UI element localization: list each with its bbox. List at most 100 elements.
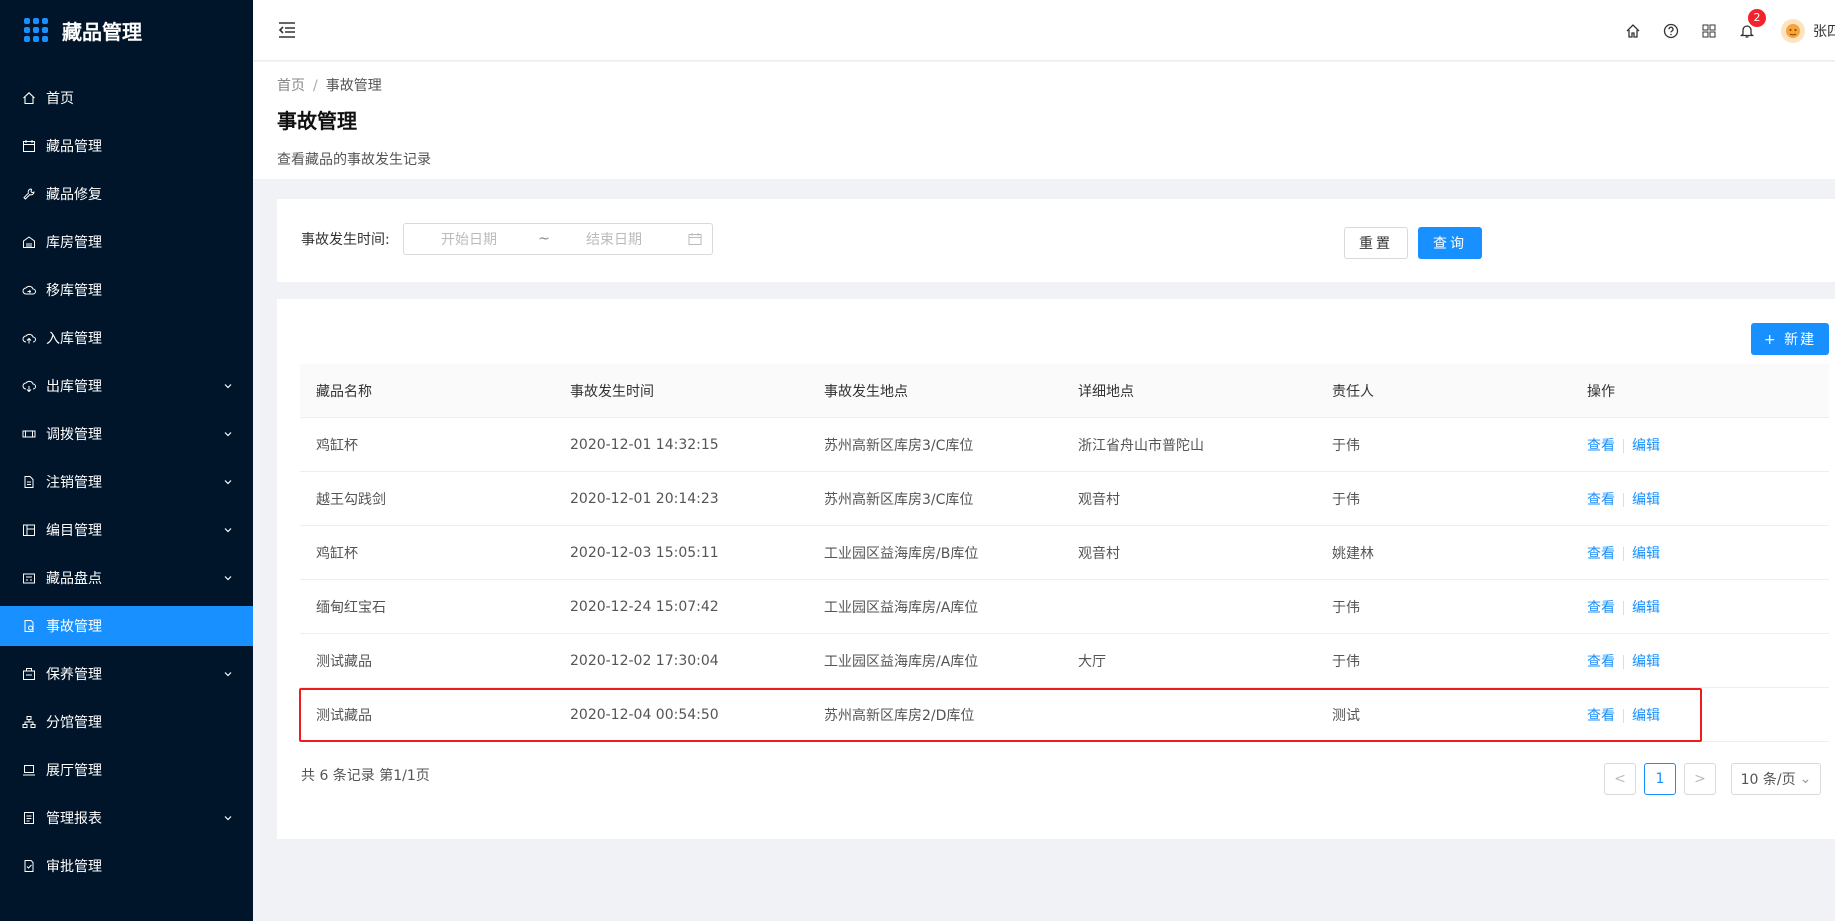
cell-actions: 查看 编辑 bbox=[1571, 597, 1829, 617]
cell-detail: 浙江省舟山市普陀山 bbox=[1078, 437, 1204, 454]
query-button[interactable]: 查询 bbox=[1418, 227, 1482, 259]
branch-icon bbox=[22, 715, 36, 729]
table-row: 测试藏品 2020-12-02 17:30:04 工业园区益海库房/A库位 大厅 于伟 查… bbox=[300, 634, 1829, 688]
sidebar-item[interactable]: 库房管理 bbox=[0, 222, 253, 262]
sidebar-item[interactable]: 事故管理 bbox=[0, 606, 253, 646]
cell-time: 2020-12-03 15:05:11 bbox=[570, 544, 719, 561]
sidebar-item[interactable]: 审批管理 bbox=[0, 846, 253, 886]
report-icon bbox=[22, 811, 36, 825]
chevron-down-icon bbox=[224, 672, 232, 677]
sidebar-item[interactable]: 首页 bbox=[0, 78, 253, 118]
breadcrumb-home[interactable]: 首页 bbox=[277, 78, 305, 94]
notification-badge: 2 bbox=[1748, 8, 1766, 27]
edit-link[interactable]: 编辑 bbox=[1632, 492, 1660, 508]
start-date-input[interactable]: 开始日期 bbox=[404, 229, 534, 249]
sidebar-item-label: 保养管理 bbox=[46, 667, 102, 683]
view-link[interactable]: 查看 bbox=[1587, 708, 1615, 724]
file-icon bbox=[22, 475, 36, 489]
divider bbox=[1623, 438, 1624, 453]
help-icon[interactable] bbox=[1663, 23, 1679, 39]
cell-person: 测试 bbox=[1332, 707, 1360, 724]
cell-person: 于伟 bbox=[1332, 437, 1360, 454]
sidebar-item[interactable]: 管理报表 bbox=[0, 798, 253, 838]
column-header: 详细地点 bbox=[1078, 383, 1134, 400]
accident-table: 藏品名称 事故发生时间 事故发生地点 详细地点 责任人 操作 鸡缸杯 2020-1… bbox=[300, 364, 1829, 742]
sidebar-item-label: 出库管理 bbox=[46, 379, 102, 395]
page-number[interactable]: 1 bbox=[1644, 763, 1676, 795]
view-link[interactable]: 查看 bbox=[1587, 492, 1615, 508]
next-page-button[interactable]: > bbox=[1684, 763, 1716, 795]
sidebar-item-label: 首页 bbox=[46, 91, 74, 107]
page-size-select[interactable]: 10 条/页 ⌄ bbox=[1731, 763, 1821, 795]
range-separator: ~ bbox=[538, 231, 550, 247]
sidebar-item[interactable]: 注销管理 bbox=[0, 462, 253, 502]
sidebar-item[interactable]: 入库管理 bbox=[0, 318, 253, 358]
cell-person: 于伟 bbox=[1332, 491, 1360, 508]
edit-link[interactable]: 编辑 bbox=[1632, 708, 1660, 724]
home-icon bbox=[22, 91, 36, 105]
edit-link[interactable]: 编辑 bbox=[1632, 600, 1660, 616]
sidebar-menu: 首页藏品管理藏品修复库房管理移库管理入库管理出库管理调拨管理注销管理编目管理藏品… bbox=[0, 78, 253, 886]
logo[interactable]: 藏品管理 bbox=[0, 0, 253, 60]
date-range-picker[interactable]: 开始日期 ~ 结束日期 bbox=[403, 223, 713, 255]
view-link[interactable]: 查看 bbox=[1587, 438, 1615, 454]
cell-name: 鸡缸杯 bbox=[316, 545, 358, 562]
cell-place: 工业园区益海库房/B库位 bbox=[824, 545, 979, 562]
sidebar-item[interactable]: 分馆管理 bbox=[0, 702, 253, 742]
edit-link[interactable]: 编辑 bbox=[1632, 654, 1660, 670]
column-header: 责任人 bbox=[1332, 383, 1374, 400]
divider bbox=[1623, 492, 1624, 507]
new-button[interactable]: + 新建 bbox=[1751, 323, 1829, 355]
sidebar-item[interactable]: 展厅管理 bbox=[0, 750, 253, 790]
edit-link[interactable]: 编辑 bbox=[1632, 546, 1660, 562]
breadcrumb-current: 事故管理 bbox=[325, 78, 382, 94]
sidebar-item[interactable]: 移库管理 bbox=[0, 270, 253, 310]
sidebar-item-label: 藏品修复 bbox=[46, 187, 102, 203]
cell-name: 缅甸红宝石 bbox=[316, 599, 386, 616]
cell-time: 2020-12-01 14:32:15 bbox=[570, 436, 719, 453]
chevron-down-icon bbox=[224, 816, 232, 821]
sidebar-item-label: 管理报表 bbox=[46, 811, 102, 827]
search-form: 事故发生时间: 开始日期 ~ 结束日期 重置 查询 bbox=[277, 199, 1835, 282]
view-link[interactable]: 查看 bbox=[1587, 654, 1615, 670]
chevron-down-icon bbox=[224, 576, 232, 581]
sidebar-item[interactable]: 藏品盘点 bbox=[0, 558, 253, 598]
breadcrumb-separator: / bbox=[313, 78, 318, 94]
column-header: 操作 bbox=[1587, 383, 1615, 400]
apps-icon[interactable] bbox=[1701, 23, 1717, 39]
user-name[interactable]: 张四 bbox=[1813, 21, 1835, 41]
cell-actions: 查看 编辑 bbox=[1571, 543, 1829, 563]
accident-icon bbox=[22, 619, 36, 633]
sidebar-item[interactable]: 藏品管理 bbox=[0, 126, 253, 166]
cell-name: 越王勾践剑 bbox=[316, 491, 386, 508]
cell-place: 苏州高新区库房2/D库位 bbox=[824, 707, 975, 724]
menu-fold-icon[interactable] bbox=[277, 20, 297, 40]
view-link[interactable]: 查看 bbox=[1587, 546, 1615, 562]
bell-icon[interactable]: 2 bbox=[1739, 8, 1766, 39]
sidebar-item[interactable]: 调拨管理 bbox=[0, 414, 253, 454]
sidebar-item[interactable]: 藏品修复 bbox=[0, 174, 253, 214]
chevron-down-icon: ⌄ bbox=[1799, 771, 1812, 787]
avatar[interactable] bbox=[1781, 18, 1805, 43]
prev-page-button[interactable]: < bbox=[1604, 763, 1636, 795]
end-date-input[interactable]: 结束日期 bbox=[554, 229, 674, 249]
sidebar-item[interactable]: 出库管理 bbox=[0, 366, 253, 406]
cell-place: 苏州高新区库房3/C库位 bbox=[824, 491, 974, 508]
cell-name: 测试藏品 bbox=[316, 653, 372, 670]
cell-detail: 观音村 bbox=[1078, 491, 1120, 508]
column-header: 事故发生地点 bbox=[824, 383, 908, 400]
cell-time: 2020-12-04 00:54:50 bbox=[570, 706, 719, 723]
transfer-icon bbox=[22, 427, 36, 441]
sidebar-item-label: 展厅管理 bbox=[46, 763, 102, 779]
edit-link[interactable]: 编辑 bbox=[1632, 438, 1660, 454]
cell-time: 2020-12-24 15:07:42 bbox=[570, 598, 719, 615]
reset-button[interactable]: 重置 bbox=[1344, 227, 1408, 259]
sidebar-item[interactable]: 编目管理 bbox=[0, 510, 253, 550]
divider bbox=[1623, 600, 1624, 615]
chevron-down-icon bbox=[224, 384, 232, 389]
calendar-icon bbox=[22, 139, 36, 153]
sidebar-item[interactable]: 保养管理 bbox=[0, 654, 253, 694]
view-link[interactable]: 查看 bbox=[1587, 600, 1615, 616]
home-icon[interactable] bbox=[1625, 23, 1641, 39]
divider bbox=[1623, 708, 1624, 723]
